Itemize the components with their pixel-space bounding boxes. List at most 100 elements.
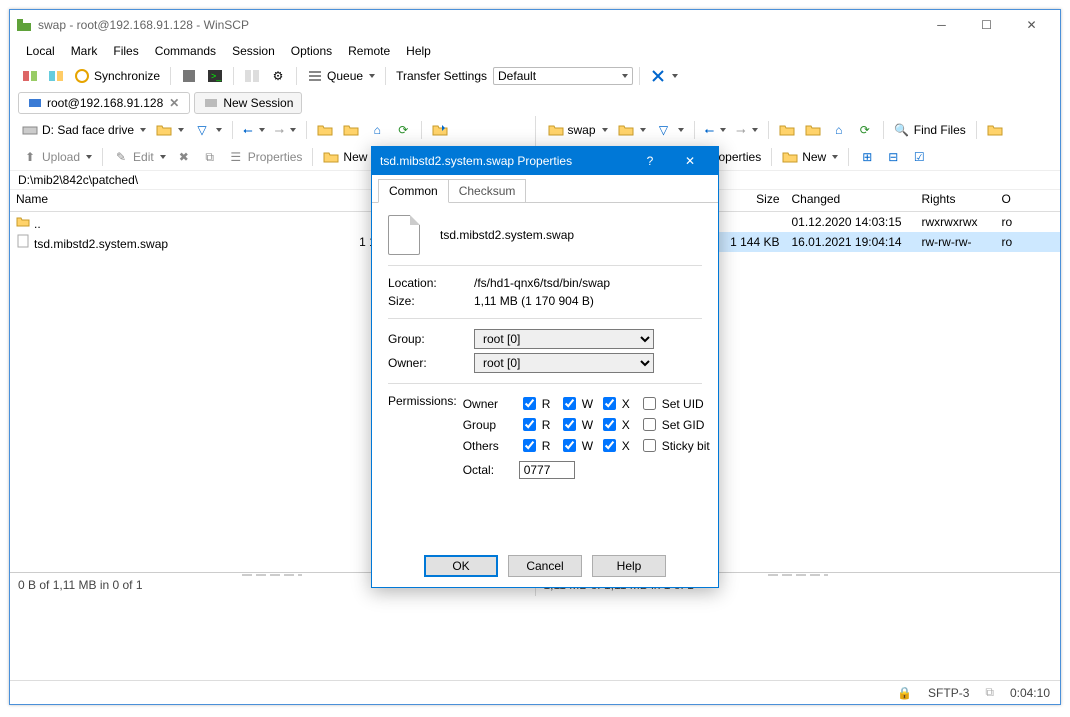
remote-root-button[interactable]	[801, 120, 825, 140]
disconnect-button[interactable]	[646, 66, 682, 86]
dialog-body: tsd.mibstd2.system.swap Location: /fs/hd…	[372, 203, 718, 483]
sync-browse-button[interactable]	[18, 66, 42, 86]
menubar: Local Mark Files Commands Session Option…	[10, 40, 1060, 62]
perm-setuid[interactable]: Set UID	[639, 394, 719, 413]
app-window: swap - root@192.168.91.128 - WinSCP ─ ☐ …	[9, 9, 1061, 705]
remote-back-button[interactable]: ⭠	[701, 121, 731, 140]
dialog-help-button[interactable]: ?	[630, 147, 670, 175]
tab-common[interactable]: Common	[378, 179, 449, 203]
group-combo[interactable]: root [0]	[474, 329, 654, 349]
new-session-label: New Session	[223, 96, 293, 110]
perm-owner-w[interactable]: W	[559, 394, 599, 413]
owner-label: Owner:	[388, 356, 468, 370]
session-close-icon[interactable]: ✕	[167, 96, 181, 110]
menu-files[interactable]: Files	[107, 42, 144, 60]
size-label: Size:	[388, 294, 468, 308]
plus-button[interactable]: ⊞	[855, 147, 879, 167]
minimize-button[interactable]: ─	[919, 11, 964, 39]
local-copy-button[interactable]: ⧉	[198, 147, 222, 167]
local-drive-combo[interactable]: D: Sad face drive	[18, 120, 150, 140]
perm-others-w[interactable]: W	[559, 436, 599, 455]
tab-checksum[interactable]: Checksum	[448, 179, 527, 202]
menu-commands[interactable]: Commands	[149, 42, 222, 60]
local-root-button[interactable]	[339, 120, 363, 140]
close-button[interactable]: ✕	[1009, 11, 1054, 39]
menu-help[interactable]: Help	[400, 42, 437, 60]
file-icon	[16, 234, 30, 248]
select-button[interactable]: ☑	[907, 147, 931, 167]
title-text: swap - root@192.168.91.128 - WinSCP	[38, 18, 919, 32]
session-icon	[27, 95, 43, 111]
remote-refresh-button[interactable]: ⟳	[853, 120, 877, 140]
find-files-button[interactable]: 🔍Find Files	[890, 120, 970, 140]
new-session-tab[interactable]: New Session	[194, 92, 302, 114]
menu-remote[interactable]: Remote	[342, 42, 396, 60]
local-home-button[interactable]: ⌂	[365, 120, 389, 140]
synchronize-button[interactable]: Synchronize	[70, 66, 164, 86]
remote-bookmark-button[interactable]	[983, 120, 1007, 140]
permissions-label: Permissions:	[388, 394, 457, 408]
maximize-button[interactable]: ☐	[964, 11, 1009, 39]
settings-button[interactable]: ⚙	[266, 66, 290, 86]
size-value: 1,11 MB (1 170 904 B)	[474, 294, 594, 308]
parent-folder-icon	[16, 214, 30, 228]
local-open-folder-button[interactable]	[152, 120, 188, 140]
ok-button[interactable]: OK	[424, 555, 498, 577]
perm-owner-r[interactable]: R	[519, 394, 559, 413]
remote-home-button[interactable]: ⌂	[827, 120, 851, 140]
local-refresh-button[interactable]: ⟳	[391, 120, 415, 140]
local-delete-button[interactable]: ✖	[172, 147, 196, 167]
dialog-close-button[interactable]: ✕	[670, 147, 710, 175]
upload-button[interactable]: ⬆Upload	[18, 147, 96, 167]
help-button[interactable]: Help	[592, 555, 666, 577]
elapsed-time: 0:04:10	[1010, 686, 1050, 700]
perm-others-r[interactable]: R	[519, 436, 559, 455]
local-filter-button[interactable]: ▽	[190, 120, 226, 140]
sync-button[interactable]	[44, 66, 68, 86]
remote-open-folder-button[interactable]	[614, 120, 650, 140]
local-edit-button[interactable]: ✎Edit	[109, 147, 170, 167]
remote-folder-combo[interactable]: swap	[544, 120, 612, 140]
dialog-title: tsd.mibstd2.system.swap Properties	[380, 154, 572, 168]
location-value: /fs/hd1-qnx6/tsd/bin/swap	[474, 276, 610, 290]
menu-mark[interactable]: Mark	[65, 42, 104, 60]
menu-options[interactable]: Options	[285, 42, 338, 60]
menu-local[interactable]: Local	[20, 42, 61, 60]
cancel-button[interactable]: Cancel	[508, 555, 582, 577]
drive-icon	[22, 122, 38, 138]
perm-setgid[interactable]: Set GID	[639, 415, 719, 434]
remote-forward-button[interactable]: ⭢	[732, 121, 762, 140]
svg-text:>_: >_	[211, 71, 222, 81]
perm-group-w[interactable]: W	[559, 415, 599, 434]
terminal-button[interactable]: >_	[203, 66, 227, 86]
local-properties-button[interactable]: ☰Properties	[224, 147, 307, 167]
perm-owner-x[interactable]: X	[599, 394, 639, 413]
properties-dialog: tsd.mibstd2.system.swap Properties ? ✕ C…	[371, 146, 719, 588]
remote-new-button[interactable]: New	[778, 147, 842, 167]
local-back-button[interactable]: ⭠	[239, 121, 269, 140]
status-bar: 🔒 SFTP-3 ⧉ 0:04:10	[10, 680, 1060, 704]
local-forward-button[interactable]: ⭢	[271, 121, 301, 140]
perm-sticky[interactable]: Sticky bit	[639, 436, 719, 455]
local-bookmark-button[interactable]	[428, 120, 452, 140]
protocol-label: SFTP-3	[928, 686, 969, 700]
remote-up-button[interactable]	[775, 120, 799, 140]
octal-input[interactable]	[519, 461, 575, 479]
perm-group-r[interactable]: R	[519, 415, 559, 434]
session-tab-active[interactable]: root@192.168.91.128 ✕	[18, 92, 190, 114]
new-session-icon	[203, 95, 219, 111]
octal-label: Octal:	[463, 463, 513, 477]
owner-combo[interactable]: root [0]	[474, 353, 654, 373]
menu-session[interactable]: Session	[226, 42, 281, 60]
perm-others-x[interactable]: X	[599, 436, 639, 455]
minus-button[interactable]: ⊟	[881, 147, 905, 167]
local-up-button[interactable]	[313, 120, 337, 140]
perm-group-x[interactable]: X	[599, 415, 639, 434]
remote-filter-button[interactable]: ▽	[652, 120, 688, 140]
app-icon	[16, 17, 32, 33]
transfer-settings-combo[interactable]: Default	[493, 67, 633, 85]
compare-button[interactable]	[240, 66, 264, 86]
session-tab-label: root@192.168.91.128	[47, 96, 163, 110]
toggle-button-1[interactable]	[177, 66, 201, 86]
queue-button[interactable]: Queue	[303, 66, 379, 86]
